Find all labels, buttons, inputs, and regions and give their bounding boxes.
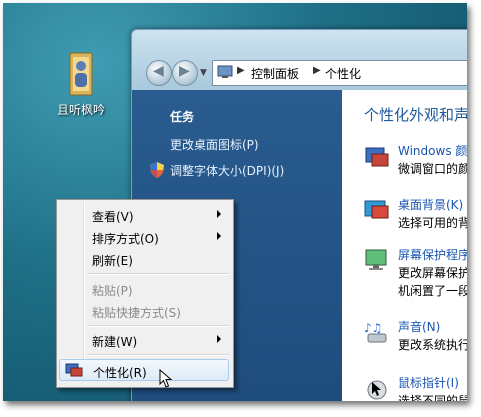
- screenshot-frame: 且听枫吟 ◀ ▶ ▼ ▶ 控制面板 ▶ 个性化 任务 更改桌面图标(P) 调整字…: [3, 3, 467, 401]
- menu-item-label: 排序方式(O): [92, 232, 159, 246]
- menu-item-paste[interactable]: 粘贴(P): [59, 278, 229, 300]
- breadcrumb-control-panel[interactable]: 控制面板: [251, 65, 299, 82]
- breadcrumb-separator-icon: ▶: [313, 65, 321, 76]
- desktop-context-menu: 查看(V) 排序方式(O) 刷新(E) 粘贴(P) 粘贴快捷方式(S) 新建(W…: [56, 199, 234, 388]
- menu-item-label: 粘贴(P): [92, 284, 133, 298]
- breadcrumb-personalization[interactable]: 个性化: [325, 65, 361, 82]
- recent-pages-dropdown-icon[interactable]: ▼: [200, 68, 207, 78]
- mouse-pointers-title[interactable]: 鼠标指针(I): [398, 374, 459, 391]
- personalize-icon: [65, 363, 83, 377]
- mouse-icon: [364, 376, 390, 400]
- menu-item-label: 个性化(R): [93, 366, 147, 380]
- sounds-item[interactable]: ♪♫ 声音(N) 更改系统执行: [364, 318, 467, 358]
- desktop-icon-label: 且听枫吟: [56, 103, 105, 117]
- window-color-icon: [364, 144, 390, 168]
- screen-saver-desc: 更改屏幕保护: [398, 266, 467, 280]
- breadcrumb-separator-icon: ▶: [237, 65, 245, 76]
- mouse-pointers-item[interactable]: 鼠标指针(I) 选择不同的鼠: [364, 374, 467, 401]
- windows-color-item[interactable]: Windows 颜色 微调窗口的颜: [364, 142, 467, 182]
- menu-separator: [87, 273, 229, 275]
- sound-icon: ♪♫: [364, 320, 390, 344]
- desktop-background-desc: 选择可用的背: [398, 216, 467, 230]
- submenu-arrow-icon: [217, 210, 221, 218]
- back-arrow-icon: ◀: [153, 63, 164, 79]
- menu-item-sort-by[interactable]: 排序方式(O): [59, 226, 229, 248]
- screen-saver-item[interactable]: 屏幕保护程序 更改屏幕保护 机闲置了一段: [364, 246, 467, 306]
- menu-item-paste-shortcut[interactable]: 粘贴快捷方式(S): [59, 300, 229, 322]
- desktop-background-icon: [364, 198, 390, 222]
- sounds-title[interactable]: 声音(N): [398, 318, 440, 335]
- svg-text:♪♫: ♪♫: [364, 321, 382, 335]
- back-button[interactable]: ◀: [146, 60, 172, 86]
- desktop-icon-user-folder[interactable]: 且听枫吟: [51, 51, 111, 118]
- sounds-desc: 更改系统执行: [398, 338, 467, 352]
- content-pane: 个性化外观和声 Windows 颜色 微调窗口的颜 桌面背景(K) 选择可用的背: [342, 90, 467, 401]
- desktop-background-title[interactable]: 桌面背景(K): [398, 196, 463, 213]
- task-pane-title: 任务: [170, 110, 195, 124]
- mouse-cursor-icon: [159, 368, 173, 389]
- desktop-background-item[interactable]: 桌面背景(K) 选择可用的背: [364, 196, 467, 236]
- content-heading: 个性化外观和声: [364, 106, 467, 124]
- menu-separator: [87, 325, 229, 327]
- menu-item-label: 查看(V): [92, 210, 134, 224]
- forward-arrow-icon: ▶: [179, 63, 190, 79]
- menu-item-personalize[interactable]: 个性化(R): [59, 359, 229, 381]
- menu-item-refresh[interactable]: 刷新(E): [59, 248, 229, 270]
- window-toolbar: ◀ ▶ ▼ ▶ 控制面板 ▶ 个性化: [132, 30, 467, 90]
- forward-button[interactable]: ▶: [172, 60, 198, 86]
- screen-saver-icon: [364, 248, 390, 272]
- change-desktop-icons-link[interactable]: 更改桌面图标(P): [170, 136, 259, 153]
- menu-item-label: 刷新(E): [92, 254, 133, 268]
- menu-item-label: 新建(W): [92, 335, 138, 349]
- submenu-arrow-icon: [217, 232, 221, 240]
- submenu-arrow-icon: [217, 335, 221, 343]
- windows-color-desc: 微调窗口的颜: [398, 162, 467, 176]
- user-folder-icon: [64, 51, 98, 97]
- mouse-pointers-desc: 选择不同的鼠: [398, 394, 467, 401]
- uac-shield-icon: [150, 162, 164, 178]
- adjust-font-size-link[interactable]: 调整字体大小(DPI)(J): [170, 162, 284, 179]
- screen-saver-desc-line2: 机闲置了一段: [398, 284, 467, 298]
- screen-saver-title[interactable]: 屏幕保护程序: [398, 246, 467, 263]
- menu-item-view[interactable]: 查看(V): [59, 204, 229, 226]
- menu-item-new[interactable]: 新建(W): [59, 329, 229, 351]
- menu-separator: [87, 354, 229, 356]
- address-bar[interactable]: ▶ 控制面板 ▶ 个性化: [212, 60, 467, 86]
- control-panel-icon: [217, 65, 233, 79]
- menu-item-label: 粘贴快捷方式(S): [92, 306, 181, 320]
- windows-color-title[interactable]: Windows 颜色: [398, 142, 467, 159]
